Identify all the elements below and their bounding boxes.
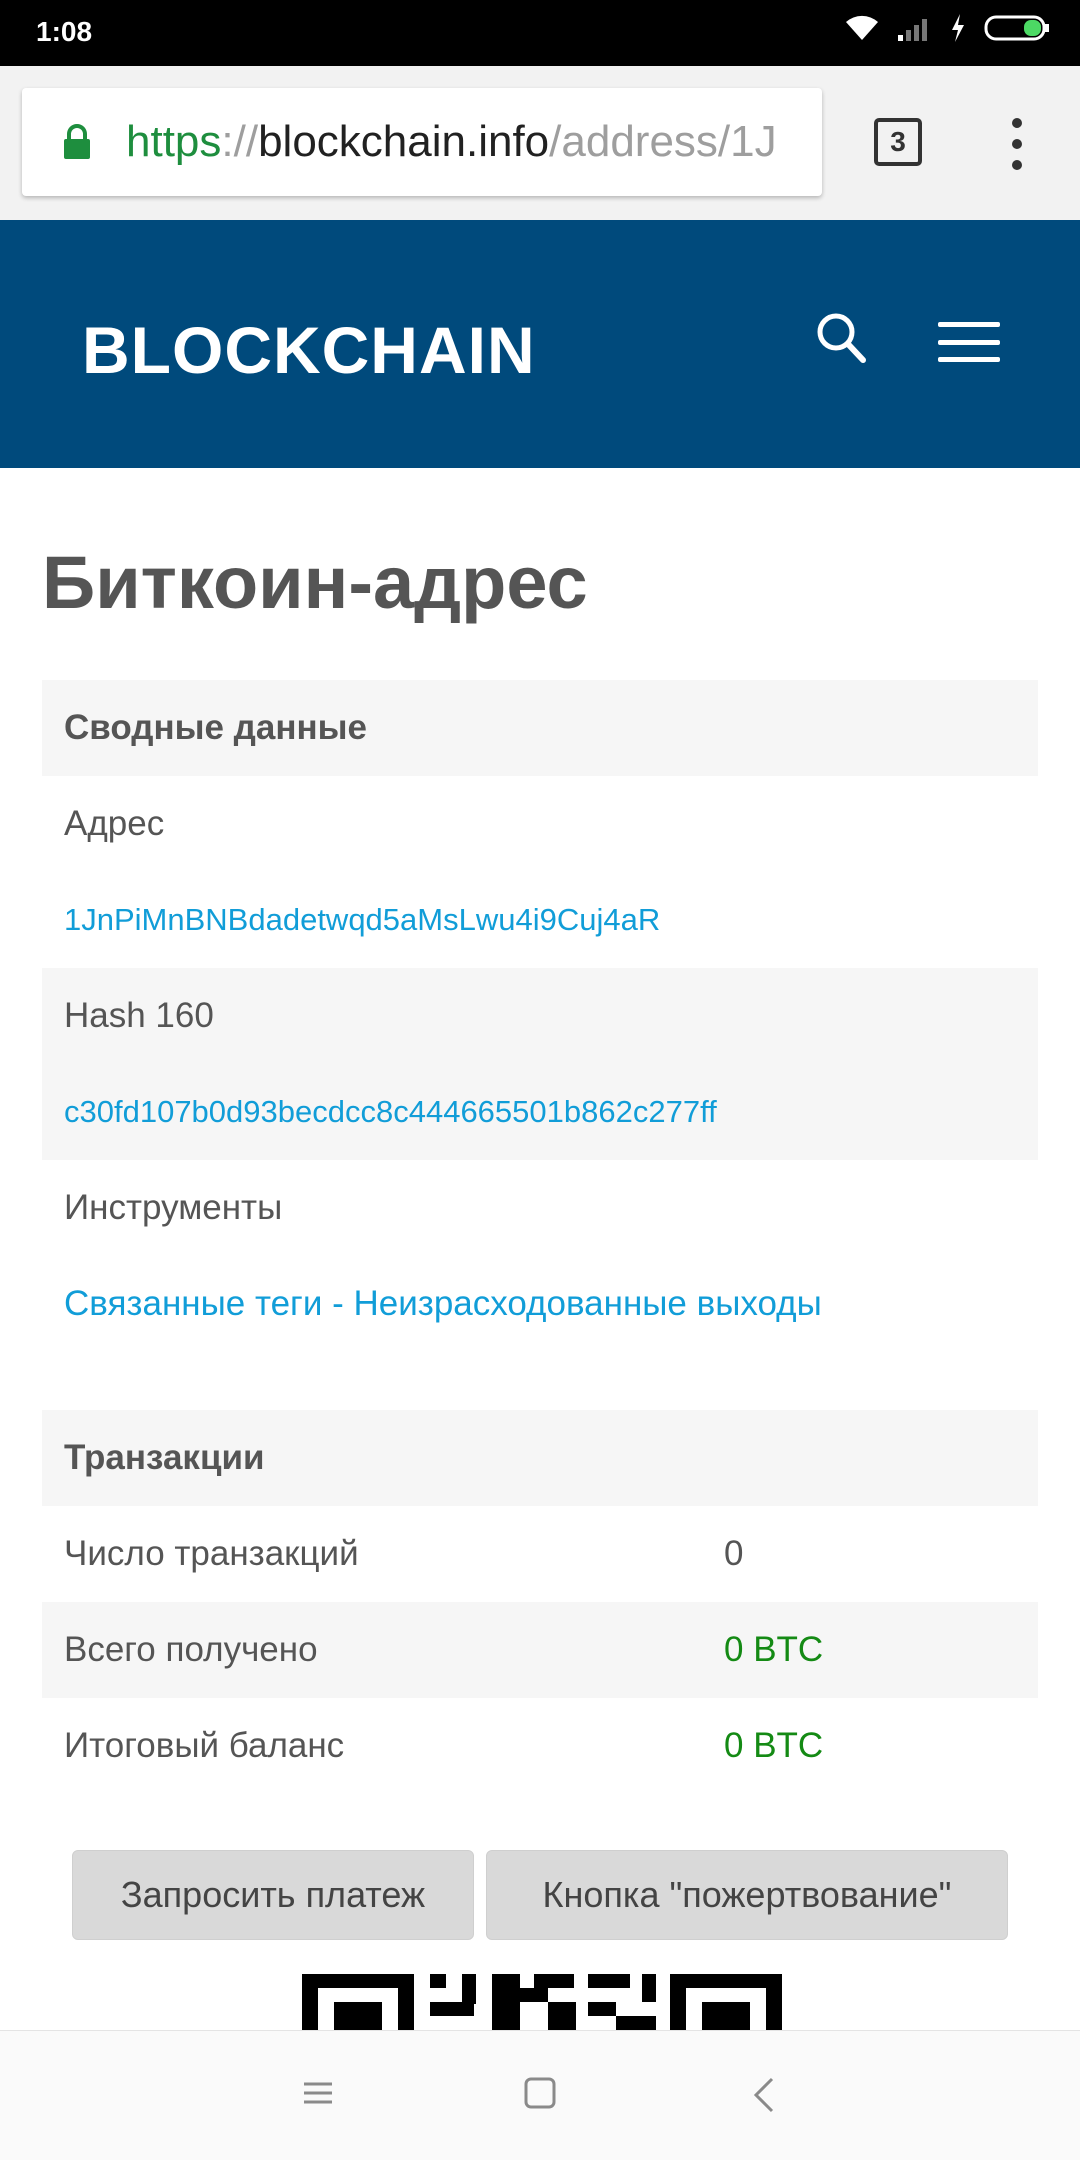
final-balance-label: Итоговый баланс — [64, 1726, 345, 1765]
back-icon[interactable] — [752, 2077, 776, 2113]
transactions-header-row: Транзакции — [42, 1410, 1038, 1506]
home-icon[interactable] — [524, 2077, 556, 2109]
hash-value-row: c30fd107b0d93becdcc8c444665501b862c277ff — [42, 1064, 1038, 1160]
total-received-row: Всего получено 0 BTC — [42, 1602, 1038, 1698]
total-received-label: Всего получено — [64, 1630, 318, 1669]
tx-count-label: Число транзакций — [64, 1534, 359, 1573]
address-value-row: 1JnPiMnBNBdadetwqd5aMsLwu4i9Cuj4aR — [42, 872, 1038, 968]
tx-count-value: 0 — [724, 1534, 744, 1573]
signal-icon — [898, 19, 927, 41]
status-icons — [844, 14, 1050, 42]
action-buttons: Запросить платеж Кнопка "пожертвование" — [72, 1850, 1008, 1940]
hamburger-icon[interactable] — [938, 322, 1000, 362]
summary-header-row: Сводные данные — [42, 680, 1038, 776]
browser-toolbar: https://blockchain.info/address/1J 3 — [0, 66, 1080, 220]
blockchain-logo[interactable]: BLOCKCHAIN — [82, 312, 536, 388]
final-balance-value: 0 BTC — [724, 1726, 824, 1765]
summary-heading: Сводные данные — [64, 708, 368, 747]
lock-icon — [64, 124, 90, 159]
final-balance-row: Итоговый баланс 0 BTC — [42, 1698, 1038, 1794]
address-link[interactable]: 1JnPiMnBNBdadetwqd5aMsLwu4i9Cuj4aR — [64, 902, 660, 938]
more-vert-icon[interactable] — [1000, 118, 1034, 170]
request-payment-button[interactable]: Запросить платеж — [72, 1850, 474, 1940]
hash-link[interactable]: c30fd107b0d93becdcc8c444665501b862c277ff — [64, 1094, 717, 1130]
total-received-value: 0 BTC — [724, 1630, 824, 1669]
related-tags-link[interactable]: Связанные теги — [64, 1284, 322, 1324]
qr-code — [302, 1974, 782, 2030]
charging-icon — [952, 14, 964, 42]
tools-separator: - — [322, 1284, 354, 1323]
tools-label: Инструменты — [64, 1188, 283, 1227]
status-time: 1:08 — [36, 16, 93, 47]
tx-count-row: Число транзакций 0 — [42, 1506, 1038, 1602]
url-scheme: https — [126, 117, 222, 166]
page-title: Биткоин-адрес — [42, 541, 588, 624]
battery-icon — [984, 15, 1049, 41]
tools-label-row: Инструменты — [42, 1160, 1038, 1256]
site-header: BLOCKCHAIN — [0, 220, 1080, 468]
transactions-heading: Транзакции — [64, 1438, 265, 1477]
summary-table: Сводные данные Адрес 1JnPiMnBNBdadetwqd5… — [42, 680, 1038, 1352]
url-host: blockchain.info — [258, 117, 550, 166]
status-bar: 1:08 — [0, 0, 1080, 66]
donation-button[interactable]: Кнопка "пожертвование" — [486, 1850, 1008, 1940]
unspent-outputs-link[interactable]: Неизрасходованные выходы — [353, 1284, 821, 1324]
wifi-icon — [846, 15, 878, 40]
address-label: Адрес — [64, 804, 165, 843]
hash-label: Hash 160 — [64, 996, 214, 1035]
tools-links-row: Связанные теги - Неизрасходованные выход… — [42, 1256, 1038, 1352]
system-nav-bar — [0, 2030, 1080, 2160]
hash-label-row: Hash 160 — [42, 968, 1038, 1064]
address-bar[interactable]: https://blockchain.info/address/1J — [22, 88, 822, 196]
recents-menu-icon[interactable] — [302, 2077, 334, 2109]
address-label-row: Адрес — [42, 776, 1038, 872]
url-path: /address/1J — [549, 117, 777, 166]
search-icon[interactable] — [816, 312, 866, 364]
transactions-table: Транзакции Число транзакций 0 Всего полу… — [42, 1410, 1038, 1794]
url-separator: :// — [221, 117, 259, 166]
url-text: https://blockchain.info/address/1J — [126, 117, 777, 167]
tab-switcher-button[interactable]: 3 — [874, 118, 922, 166]
